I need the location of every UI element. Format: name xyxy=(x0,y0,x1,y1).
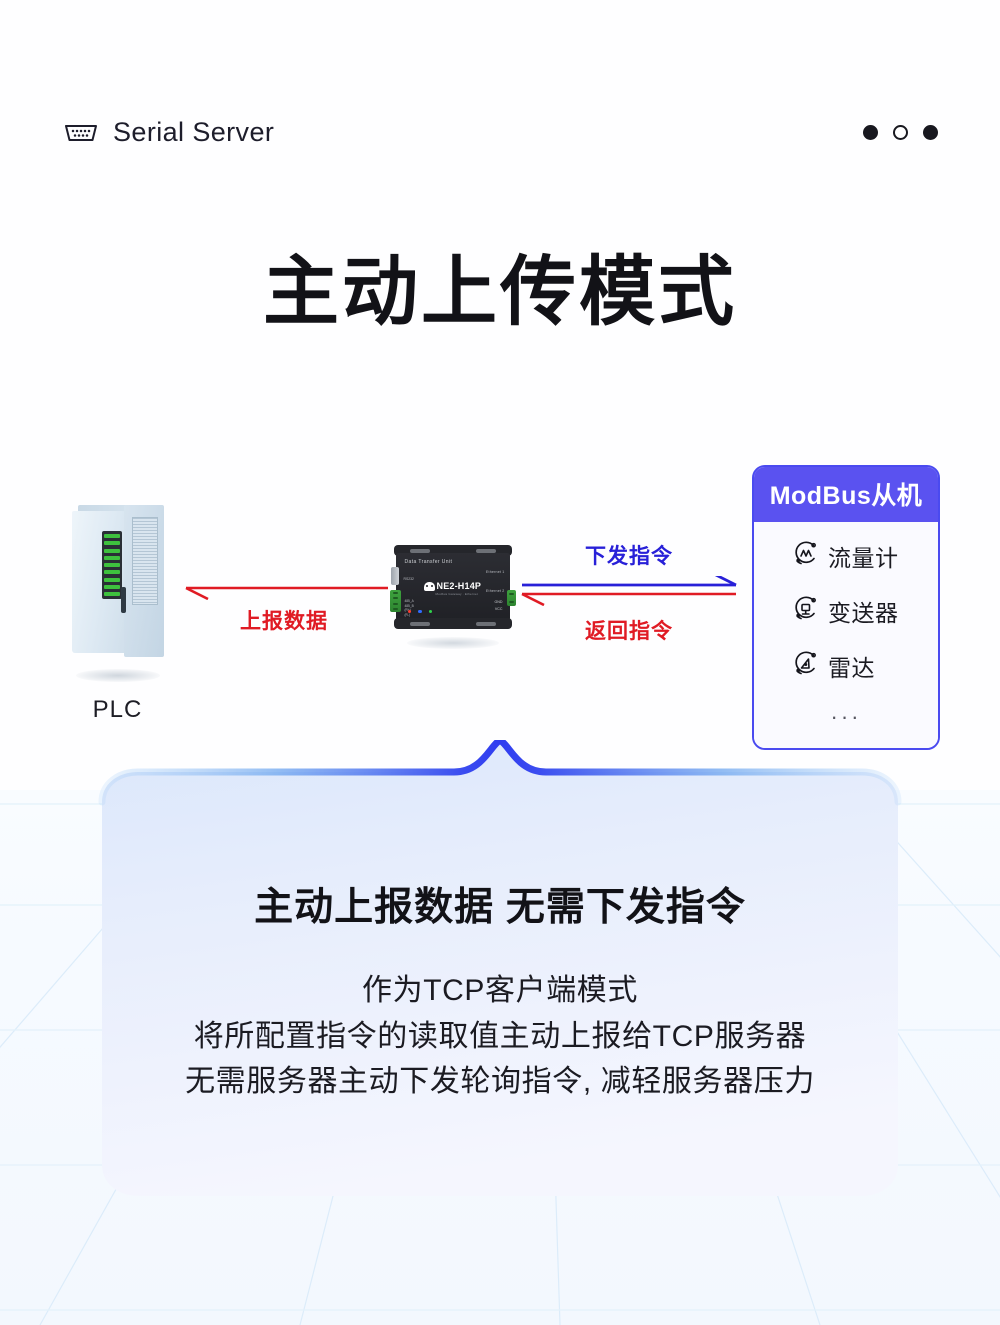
page-title: 主动上传模式 xyxy=(263,250,737,335)
modbus-item-label: 变送器 xyxy=(828,600,899,626)
info-card-line-3: 无需服务器主动下发轮询指令, 减轻服务器压力 xyxy=(185,1065,815,1099)
arrow-uplink-label: 上报数据 xyxy=(240,610,328,633)
modbus-item-label: 流量计 xyxy=(828,545,899,571)
dtu-sub-brand: Modbus Gateway · Ethernet xyxy=(435,592,478,596)
dtu-terminal-right xyxy=(506,590,516,606)
dtu-gnd: GND xyxy=(494,600,503,604)
plc-label: PLC xyxy=(92,696,143,723)
header-bar: Serial Server xyxy=(0,95,1000,170)
modbus-ellipsis: ··· xyxy=(830,704,862,729)
dtu-terminal-left xyxy=(389,590,401,612)
modbus-panel-body: 流量计 变送器 雷达 ··· xyxy=(754,522,938,748)
info-card-line-2: 将所配置指令的读取值主动上报给TCP服务器 xyxy=(193,1019,807,1053)
diagram: PLC 上报数据 Data Transfer Unit Ethernet 1 E… xyxy=(0,440,1000,750)
plc-shadow xyxy=(75,669,160,682)
modbus-item-transmitter: 变送器 xyxy=(754,594,938,628)
dtu-ports: 485_A485_B(R+)(R-) xyxy=(404,599,414,617)
arrow-return-label: 返回指令 xyxy=(585,620,673,643)
brand-title: Serial Server xyxy=(113,117,275,147)
brand: Serial Server xyxy=(62,117,274,148)
dot-filled-2 xyxy=(923,125,938,140)
radar-icon xyxy=(792,650,819,682)
modbus-panel-title: ModBus从机 xyxy=(754,467,938,522)
dtu-ethernet2: Ethernet 2 xyxy=(485,589,505,593)
serial-port-icon xyxy=(62,122,100,144)
dtu-logo-icon xyxy=(423,581,435,591)
dtu-brand: NE2-H14P xyxy=(423,581,482,591)
modbus-item-label: 雷达 xyxy=(828,655,875,681)
plc-node: PLC xyxy=(60,505,175,724)
dtu-node: Data Transfer Unit Ethernet 1 Ethernet 2… xyxy=(389,545,516,649)
info-card-heading: 主动上报数据 无需下发指令 xyxy=(254,886,746,929)
info-card-content: 主动上报数据 无需下发指令 作为TCP客户端模式 将所配置指令的读取值主动上报给… xyxy=(62,740,938,1205)
header-dots xyxy=(863,125,938,140)
dtu-model: NE2-H14P xyxy=(436,581,482,591)
modbus-item-flow-meter: 流量计 xyxy=(754,539,938,573)
dot-hollow xyxy=(893,125,908,140)
page-root: Serial Server 主动上传模式 PLC 上报数据 Data Trans… xyxy=(0,0,1000,1325)
data-transfer-unit-icon: Data Transfer Unit Ethernet 1 Ethernet 2… xyxy=(389,545,516,629)
dtu-shadow xyxy=(406,637,499,649)
info-card-line-1: 作为TCP客户端模式 xyxy=(362,974,638,1007)
modbus-item-radar: 雷达 xyxy=(754,649,938,683)
dtu-rs232: RS232 xyxy=(403,577,414,581)
flow-meter-icon xyxy=(792,540,819,572)
dtu-db9-port xyxy=(390,567,399,585)
arrow-uplink-icon xyxy=(185,586,388,601)
dtu-title: Data Transfer Unit xyxy=(404,559,453,565)
dot-filled-1 xyxy=(863,125,878,140)
modbus-slave-panel: ModBus从机 流量计 变送器 雷达 ··· xyxy=(752,465,940,750)
arrow-downlink-label: 下发指令 xyxy=(585,545,673,568)
plc-cabinet-icon xyxy=(71,505,164,660)
info-card: 主动上报数据 无需下发指令 作为TCP客户端模式 将所配置指令的读取值主动上报给… xyxy=(62,740,938,1205)
dtu-vcc: VCC xyxy=(494,607,503,611)
arrow-downlink-group: 下发指令 返回指令 xyxy=(518,540,740,645)
dtu-leds xyxy=(407,609,432,613)
arrow-pair-icon xyxy=(521,572,737,607)
transmitter-icon xyxy=(792,595,819,627)
dtu-ethernet1: Ethernet 1 xyxy=(485,570,505,574)
arrow-uplink-group: 上报数据 xyxy=(178,580,390,635)
